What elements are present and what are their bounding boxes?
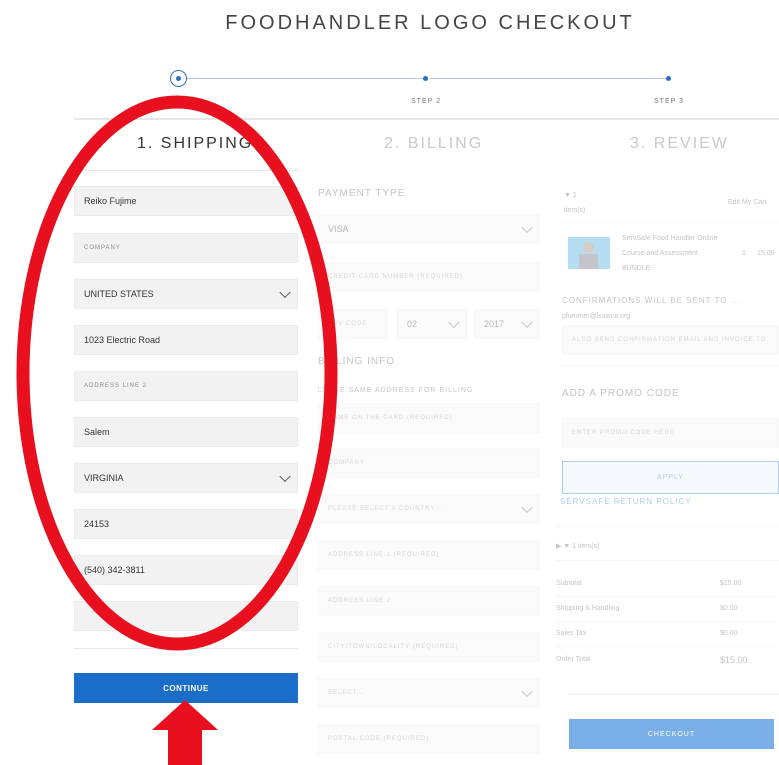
billing-heading: 2. BILLING xyxy=(384,135,484,152)
country-value: UNITED STATES xyxy=(84,289,154,299)
confirmation-label: CONFIRMATIONS WILL BE SENT TO ... xyxy=(562,296,741,305)
shipping-heading: 1. SHIPPING xyxy=(137,135,254,152)
payment-type-value: VISA xyxy=(328,224,349,234)
shipping-label: Shipping & Handling xyxy=(556,605,620,612)
phone-field[interactable]: (540) 342-3811 xyxy=(74,555,298,585)
edit-cart-link[interactable]: Edit My Cart xyxy=(728,199,767,206)
subtotal-divider xyxy=(556,596,776,597)
step2-dot-icon[interactable] xyxy=(423,76,428,81)
step1-label: STEP 1 xyxy=(158,98,188,105)
total-label: Order Total xyxy=(556,656,591,663)
billing-country-select[interactable]: PLEASE SELECT A COUNTRY... xyxy=(318,494,540,524)
same-address-checkbox[interactable]: ☐ USE SAME ADDRESS FOR BILLING xyxy=(318,386,473,394)
step2-label: STEP 2 xyxy=(411,98,441,105)
promo-code-field[interactable]: ENTER PROMO CODE HERE xyxy=(562,418,779,448)
red-arrow-annotation-icon xyxy=(152,700,218,765)
step3-dot-icon[interactable] xyxy=(666,76,671,81)
company-field[interactable]: COMPANY xyxy=(74,233,298,263)
chevron-down-icon xyxy=(448,316,460,329)
items-divider xyxy=(556,560,779,561)
product-price: 15.00 xyxy=(757,250,775,257)
product-name-line3: BUNDLE - xyxy=(622,265,655,272)
chevron-down-icon xyxy=(521,501,533,514)
continue-button[interactable]: CONTINUE xyxy=(74,673,298,703)
product-thumbnail xyxy=(568,237,610,269)
also-send-field[interactable]: ALSO SEND CONFIRMATION EMAIL AND INVOICE… xyxy=(562,325,779,355)
step3-label: STEP 3 xyxy=(654,98,684,105)
stepper-line-2 xyxy=(430,78,666,79)
person-image-icon xyxy=(583,242,594,253)
product-name-line1: ServSafe Food Handler Online xyxy=(622,235,718,242)
product-qty: 1 xyxy=(742,250,746,257)
email-field[interactable] xyxy=(74,601,298,631)
cart-divider xyxy=(560,222,779,223)
return-policy-link[interactable]: SERVSAFE RETURN POLICY xyxy=(560,497,692,506)
same-address-label: USE SAME ADDRESS FOR BILLING xyxy=(328,387,474,394)
payment-type-label: PAYMENT TYPE xyxy=(318,188,406,199)
billing-state-value: SELECT... xyxy=(328,690,365,696)
exp-year-value: 2017 xyxy=(484,319,505,329)
review-heading: 3. REVIEW xyxy=(630,135,729,152)
name-on-card-field[interactable]: NAME ON THE CARD (REQUIRED) xyxy=(318,403,540,433)
cart-count[interactable]: ▼ 1 xyxy=(564,192,577,199)
total-divider xyxy=(568,693,779,695)
exp-month-select[interactable]: 02 xyxy=(397,309,467,339)
subtotal-label: Subtotal xyxy=(556,580,582,587)
summary-divider-top xyxy=(556,526,779,527)
chevron-down-icon xyxy=(521,685,533,698)
step1-active-icon[interactable] xyxy=(170,70,187,87)
total-value: $15.00 xyxy=(720,655,748,665)
city-field[interactable]: Salem xyxy=(74,417,298,447)
billing-address1-field[interactable]: ADDRESS LINE 1 (REQUIRED) xyxy=(318,540,540,570)
shipping-divider xyxy=(556,621,776,622)
cvv-field[interactable]: CVV CODE xyxy=(318,309,388,339)
exp-year-select[interactable]: 2017 xyxy=(474,309,540,339)
promo-label: ADD A PROMO CODE xyxy=(562,388,680,399)
billing-info-label: BILLING INFO xyxy=(318,356,396,367)
promo-divider xyxy=(560,365,779,366)
chevron-down-icon xyxy=(279,286,291,299)
billing-state-select[interactable]: SELECT... xyxy=(318,678,540,708)
form-bottom-divider xyxy=(74,648,298,649)
full-name-field[interactable]: Reiko Fujime xyxy=(74,186,298,216)
checkout-stepper: STEP 1 STEP 2 STEP 3 xyxy=(0,68,779,108)
postal-code-field[interactable]: 24153 xyxy=(74,509,298,539)
page-title: FOODHANDLER LOGO CHECKOUT xyxy=(225,12,635,34)
chevron-down-icon xyxy=(521,316,533,329)
billing-city-field[interactable]: CITY/TOWN/LOCALITY (REQUIRED) xyxy=(318,632,540,662)
billing-company-field[interactable]: COMPANY xyxy=(318,448,540,478)
billing-address2-field[interactable]: ADDRESS LINE 2 xyxy=(318,586,540,616)
address-line2-field[interactable]: ADDRESS LINE 2 xyxy=(74,371,298,401)
payment-type-select[interactable]: VISA xyxy=(318,214,540,244)
checkbox-icon: ☐ xyxy=(318,387,329,394)
tax-value: $0.00 xyxy=(720,630,738,637)
billing-postal-field[interactable]: POSTAL CODE (REQUIRED) xyxy=(318,724,540,754)
tax-label: Sales Tax xyxy=(556,630,587,637)
state-value: VIRGINIA xyxy=(84,473,124,483)
subtotal-value: $15.00 xyxy=(720,580,742,587)
chevron-down-icon xyxy=(521,221,533,234)
stepper-line-1 xyxy=(187,78,423,79)
chevron-down-icon xyxy=(279,470,291,483)
address-line1-field[interactable]: 1023 Electric Road xyxy=(74,325,298,355)
exp-month-value: 02 xyxy=(407,319,418,329)
apply-button[interactable]: APPLY xyxy=(562,461,779,494)
checkout-button[interactable]: CHECKOUT xyxy=(569,719,774,749)
confirmation-email: pfummer@lsawca.org xyxy=(562,313,631,320)
country-select[interactable]: UNITED STATES xyxy=(74,279,298,309)
cart-items-label: item(s) xyxy=(564,207,586,214)
card-number-field[interactable]: CREDIT CARD NUMBER (REQUIRED) xyxy=(318,262,540,292)
section-divider xyxy=(74,118,779,120)
items-toggle[interactable]: ▶ ▼ 1 item(s) xyxy=(556,542,599,550)
tax-divider xyxy=(556,646,776,647)
product-name-line2: Course and Assessment xyxy=(622,250,698,257)
billing-country-value: PLEASE SELECT A COUNTRY... xyxy=(328,506,443,512)
state-select[interactable]: VIRGINIA xyxy=(74,463,298,493)
shipping-divider xyxy=(74,170,298,171)
shipping-value: $0.00 xyxy=(720,605,738,612)
